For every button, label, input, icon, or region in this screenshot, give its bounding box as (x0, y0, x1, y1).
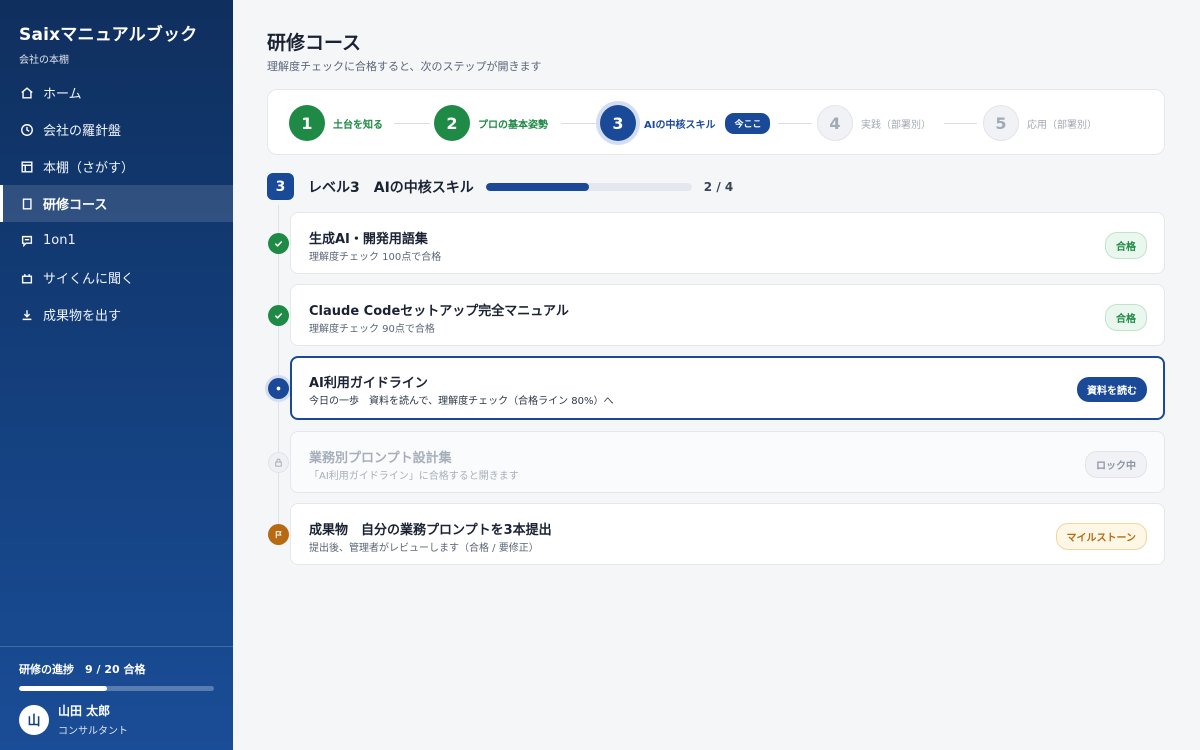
sidebar-item-label: 本棚（さがす） (43, 161, 135, 176)
chat-icon (19, 233, 35, 249)
step-number: 5 (983, 105, 1019, 141)
sidebar-item-ask[interactable]: サイくんに聞く (0, 259, 233, 296)
course-item-milestone[interactable]: 成果物 自分の業務プロンプトを3本提出 提出後、管理者がレビューします（合格 /… (290, 503, 1165, 565)
course-item-subtitle: 「AI利用ガイドライン」に合格すると開きます (309, 471, 519, 482)
course-item-title: Claude Codeセットアップ完全マニュアル (309, 304, 569, 319)
sidebar-item-label: 成果物を出す (43, 309, 122, 324)
page-title: 研修コース (267, 32, 362, 54)
page-subtitle: 理解度チェックに合格すると、次のステップが開きます (267, 60, 542, 73)
step-label: AIの中核スキル (644, 119, 716, 131)
sidebar-item-home[interactable]: ホーム (0, 74, 233, 111)
step-number: 2 (434, 105, 470, 141)
milestone-badge: マイルストーン (1055, 523, 1147, 550)
step-2[interactable]: 2 プロの基本姿勢 (434, 105, 548, 141)
sidebar-item-label: 会社の羅針盤 (43, 124, 122, 139)
read-material-button[interactable]: 資料を読む (1077, 377, 1147, 402)
sidebar-item-submit[interactable]: 成果物を出す (0, 296, 233, 333)
course-item-title: 成果物 自分の業務プロンプトを3本提出 (309, 523, 552, 538)
book-icon (19, 196, 35, 212)
lock-icon (268, 452, 289, 473)
bag-icon (19, 270, 35, 286)
avatar: 山 (19, 704, 49, 735)
step-connector (394, 123, 430, 124)
sidebar-item-label: ホーム (43, 87, 82, 102)
sidebar: Saixマニュアルブック 会社の本棚 ホーム 会社の羅針盤 本棚（さがす） 研修… (0, 0, 233, 750)
course-item-current[interactable]: AI利用ガイドライン 今日の一歩 資料を読んで、理解度チェック（合格ライン 80… (290, 356, 1165, 420)
course-item-subtitle: 理解度チェック 100点で合格 (309, 252, 442, 263)
step-connector (561, 123, 597, 124)
sidebar-item-1on1[interactable]: 1on1 (0, 222, 233, 259)
sidebar-item-label: 研修コース (43, 198, 108, 213)
app-subtitle: 会社の本棚 (19, 55, 69, 66)
level-title: レベル3 AIの中核スキル (308, 179, 474, 196)
level-header: 3 レベル3 AIの中核スキル 2 / 4 (267, 173, 733, 200)
course-item-title: AI利用ガイドライン (309, 376, 428, 391)
user-name: 山田 太郎 (58, 704, 111, 718)
sidebar-item-label: 1on1 (43, 233, 76, 248)
training-progress-bar (19, 686, 214, 691)
flag-icon (268, 524, 289, 545)
timeline-line (278, 205, 279, 535)
level-number: 3 (267, 173, 294, 200)
user-role: コンサルタント (58, 726, 128, 737)
step-3[interactable]: 3 AIの中核スキル 今ここ (600, 105, 771, 141)
course-item[interactable]: Claude Codeセットアップ完全マニュアル 理解度チェック 90点で合格 … (290, 284, 1165, 346)
step-label: 応用（部署別） (1027, 119, 1097, 131)
level-progress-count: 2 / 4 (703, 179, 734, 194)
check-icon (268, 233, 289, 254)
step-number: 1 (289, 105, 325, 141)
course-item[interactable]: 生成AI・開発用語集 理解度チェック 100点で合格 合格 (290, 212, 1165, 274)
sidebar-nav: ホーム 会社の羅針盤 本棚（さがす） 研修コース 1on1 サイくんに聞く 成果… (0, 74, 233, 333)
compass-icon (19, 122, 35, 138)
training-progress-fill (19, 686, 107, 691)
current-dot-icon (268, 378, 289, 399)
home-icon (19, 85, 35, 101)
status-badge: ロック中 (1085, 451, 1147, 478)
training-progress-label: 研修の進捗 9 / 20 合格 (19, 663, 146, 676)
course-item-locked: 業務別プロンプト設計集 「AI利用ガイドライン」に合格すると開きます ロック中 (290, 431, 1165, 493)
sidebar-item-compass[interactable]: 会社の羅針盤 (0, 111, 233, 148)
step-5: 5 応用（部署別） (983, 105, 1097, 141)
status-badge: 合格 (1105, 232, 1147, 259)
course-item-title: 業務別プロンプト設計集 (309, 451, 452, 466)
course-item-subtitle: 提出後、管理者がレビューします（合格 / 要修正） (309, 543, 539, 554)
sidebar-item-bookshelf[interactable]: 本棚（さがす） (0, 148, 233, 185)
current-step-badge: 今ここ (725, 112, 771, 134)
user-info: 山田 太郎 コンサルタント (58, 702, 128, 737)
level-progress-bar (485, 182, 692, 191)
sidebar-item-label: サイくんに聞く (43, 272, 135, 287)
sidebar-item-training[interactable]: 研修コース (0, 185, 233, 222)
course-item-subtitle: 理解度チェック 90点で合格 (309, 324, 435, 335)
download-icon (19, 307, 35, 323)
step-label: 実践（部署別） (861, 119, 931, 131)
course-item-title: 生成AI・開発用語集 (309, 232, 428, 247)
status-badge: 合格 (1105, 304, 1147, 331)
step-number: 4 (817, 105, 853, 141)
level-progress-fill (485, 182, 589, 191)
step-label: プロの基本姿勢 (478, 119, 548, 131)
bookshelf-icon (19, 159, 35, 175)
course-item-subtitle: 今日の一歩 資料を読んで、理解度チェック（合格ライン 80%）へ (309, 396, 614, 407)
step-number: 3 (600, 105, 636, 141)
step-connector (778, 123, 812, 124)
step-label: 土台を知る (333, 119, 383, 131)
user-profile[interactable]: 山 山田 太郎 コンサルタント (19, 702, 214, 737)
brand: Saixマニュアルブック 会社の本棚 (19, 20, 197, 66)
step-4: 4 実践（部署別） (817, 105, 931, 141)
sidebar-footer: 研修の進捗 9 / 20 合格 山 山田 太郎 コンサルタント (0, 646, 233, 737)
step-connector (944, 123, 977, 124)
step-1[interactable]: 1 土台を知る (289, 105, 383, 141)
main-content: 研修コース 理解度チェックに合格すると、次のステップが開きます 1 土台を知る … (233, 0, 1200, 750)
level-stepper: 1 土台を知る 2 プロの基本姿勢 3 AIの中核スキル 今ここ 4 実践（部署… (267, 89, 1165, 155)
app-title: Saixマニュアルブック (19, 25, 198, 45)
check-icon (268, 305, 289, 326)
